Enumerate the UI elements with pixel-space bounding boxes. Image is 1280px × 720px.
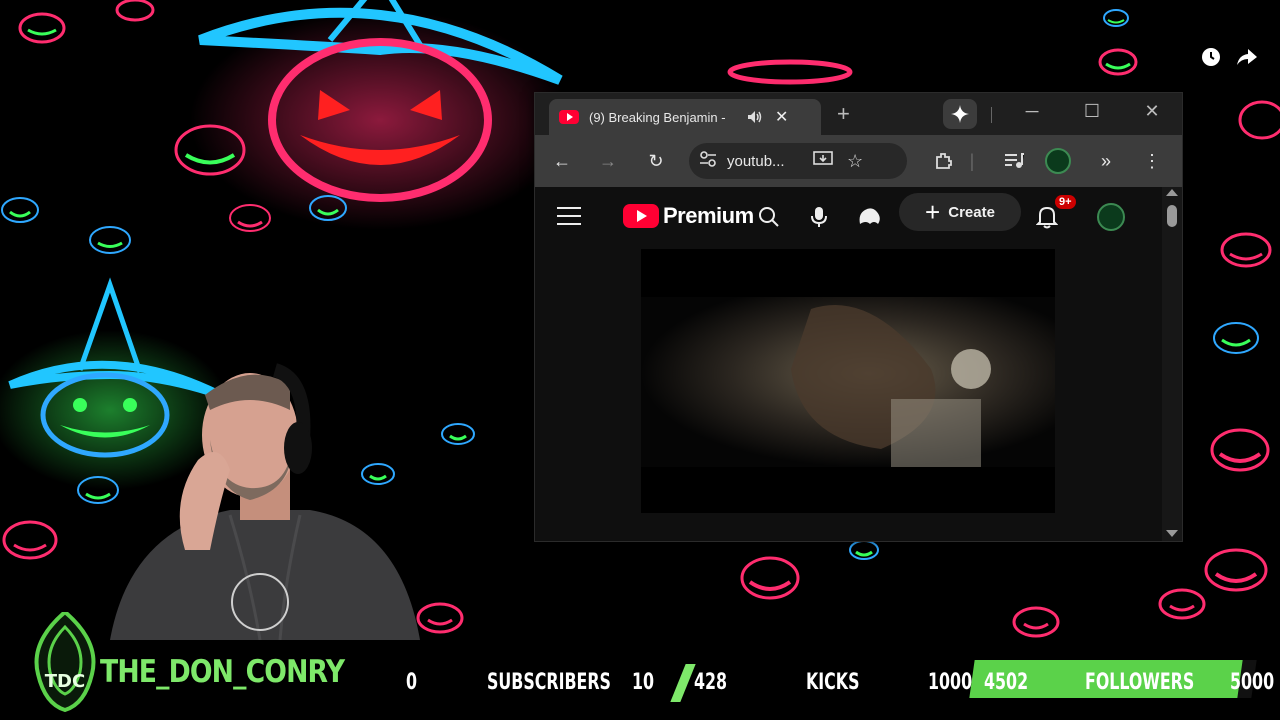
scrollbar-thumb[interactable] — [1167, 205, 1177, 227]
search-icon[interactable] — [755, 203, 783, 231]
tab-title: (9) Breaking Benjamin - — [589, 109, 726, 125]
avatar — [1045, 148, 1071, 174]
pumpkin-small-icon — [740, 556, 800, 600]
logo-text: Premium — [663, 203, 754, 228]
tdc-logo-text: TDC — [45, 671, 85, 692]
address-bar[interactable]: youtub... ☆ — [689, 143, 907, 179]
scroll-down-arrow-icon[interactable] — [1166, 530, 1178, 537]
microphone-icon[interactable] — [805, 203, 833, 231]
plus-icon: + — [925, 197, 941, 227]
minimize-icon[interactable]: ─ — [1017, 101, 1047, 122]
close-window-icon[interactable]: ✕ — [1137, 101, 1167, 122]
speaker-icon[interactable] — [745, 110, 765, 124]
pumpkin-small-icon — [1220, 232, 1272, 268]
video-player[interactable] — [641, 249, 1055, 513]
tdc-logo: TDC — [34, 612, 96, 712]
extensions-icon[interactable] — [931, 148, 957, 174]
reload-icon[interactable]: ↻ — [643, 148, 669, 174]
pumpkin-small-icon — [1012, 606, 1060, 638]
hamburger-menu-icon[interactable] — [557, 207, 581, 225]
divider — [991, 107, 992, 123]
subscribers-current: 0 — [406, 670, 418, 695]
url-text: youtub... — [727, 152, 785, 170]
pumpkin-small-icon — [1098, 48, 1138, 76]
tab-youtube[interactable]: (9) Breaking Benjamin - ✕ — [549, 99, 821, 135]
pumpkin-small-icon — [727, 59, 853, 85]
gemini-icon[interactable] — [943, 99, 977, 129]
pumpkin-small-icon — [1210, 428, 1270, 472]
pumpkin-small-icon — [89, 226, 131, 254]
create-button[interactable]: + Create — [899, 193, 1021, 231]
close-tab-icon[interactable]: ✕ — [775, 107, 788, 127]
pumpkin-small-icon — [1213, 322, 1259, 354]
pumpkin-small-icon — [2, 520, 58, 560]
pumpkin-small-icon — [849, 540, 879, 560]
clock-icon[interactable] — [1200, 46, 1222, 68]
followers-goal: 5000 — [1230, 670, 1275, 695]
browser-window: (9) Breaking Benjamin - ✕ + ─ ☐ ✕ ← → ↻ … — [534, 92, 1183, 542]
page-scrollbar[interactable] — [1162, 187, 1182, 541]
pumpkin-small-icon — [229, 204, 271, 232]
pumpkin-small-icon — [1103, 9, 1129, 27]
browser-toolbar: ← → ↻ youtub... ☆ | » ⋮ — [535, 135, 1182, 187]
site-settings-icon[interactable] — [699, 150, 717, 172]
media-controls-icon[interactable] — [1001, 148, 1027, 174]
more-extensions-icon[interactable]: » — [1093, 148, 1119, 174]
pumpkin-big-icon — [190, 0, 570, 230]
scroll-up-arrow-icon[interactable] — [1166, 189, 1178, 196]
pumpkin-small-icon — [441, 423, 475, 445]
youtube-header: Premium + Create 9+ — [535, 187, 1182, 247]
avatar — [1097, 203, 1125, 231]
youtube-play-icon — [623, 204, 659, 228]
followers-current: 4502 — [984, 670, 1029, 695]
ghost-icon[interactable] — [855, 203, 883, 231]
menu-dots-icon[interactable]: ⋮ — [1139, 148, 1165, 174]
install-app-icon[interactable] — [813, 150, 833, 172]
share-icon[interactable] — [1236, 46, 1258, 68]
pumpkin-small-icon — [18, 12, 66, 44]
youtube-favicon-icon — [559, 110, 579, 124]
bookmark-star-icon[interactable]: ☆ — [847, 151, 863, 172]
create-label: Create — [948, 203, 995, 221]
followers-label: FOLLOWERS — [1085, 670, 1195, 695]
maximize-icon[interactable]: ☐ — [1077, 101, 1107, 122]
video-frame — [641, 249, 1055, 513]
webcam-feed — [110, 363, 420, 640]
toolbar-divider: | — [969, 150, 975, 171]
pumpkin-small-icon — [115, 0, 155, 22]
profile-avatar[interactable] — [1045, 148, 1071, 174]
pumpkin-small-icon — [1, 197, 39, 223]
subscribers-label: SUBSCRIBERS — [487, 670, 611, 695]
pumpkin-small-icon — [1204, 548, 1268, 592]
new-tab-icon[interactable]: + — [837, 101, 850, 127]
youtube-premium-logo[interactable]: Premium — [623, 203, 754, 229]
tab-strip: (9) Breaking Benjamin - ✕ + ─ ☐ ✕ — [535, 93, 1182, 135]
subscribers-goal: 10 — [632, 670, 655, 695]
channel-name: THE_DON_CONRY — [100, 654, 345, 690]
forward-icon[interactable]: → — [595, 148, 621, 174]
corner-icons — [1200, 46, 1258, 68]
kicks-label: KICKS — [806, 670, 860, 695]
pumpkin-small-icon — [416, 602, 464, 634]
notification-badge: 9+ — [1055, 195, 1076, 209]
account-avatar[interactable] — [1097, 203, 1125, 231]
back-icon[interactable]: ← — [549, 148, 575, 174]
kicks-current: 428 — [694, 670, 728, 695]
pumpkin-small-icon — [1238, 100, 1280, 140]
pumpkin-small-icon — [1158, 588, 1206, 620]
